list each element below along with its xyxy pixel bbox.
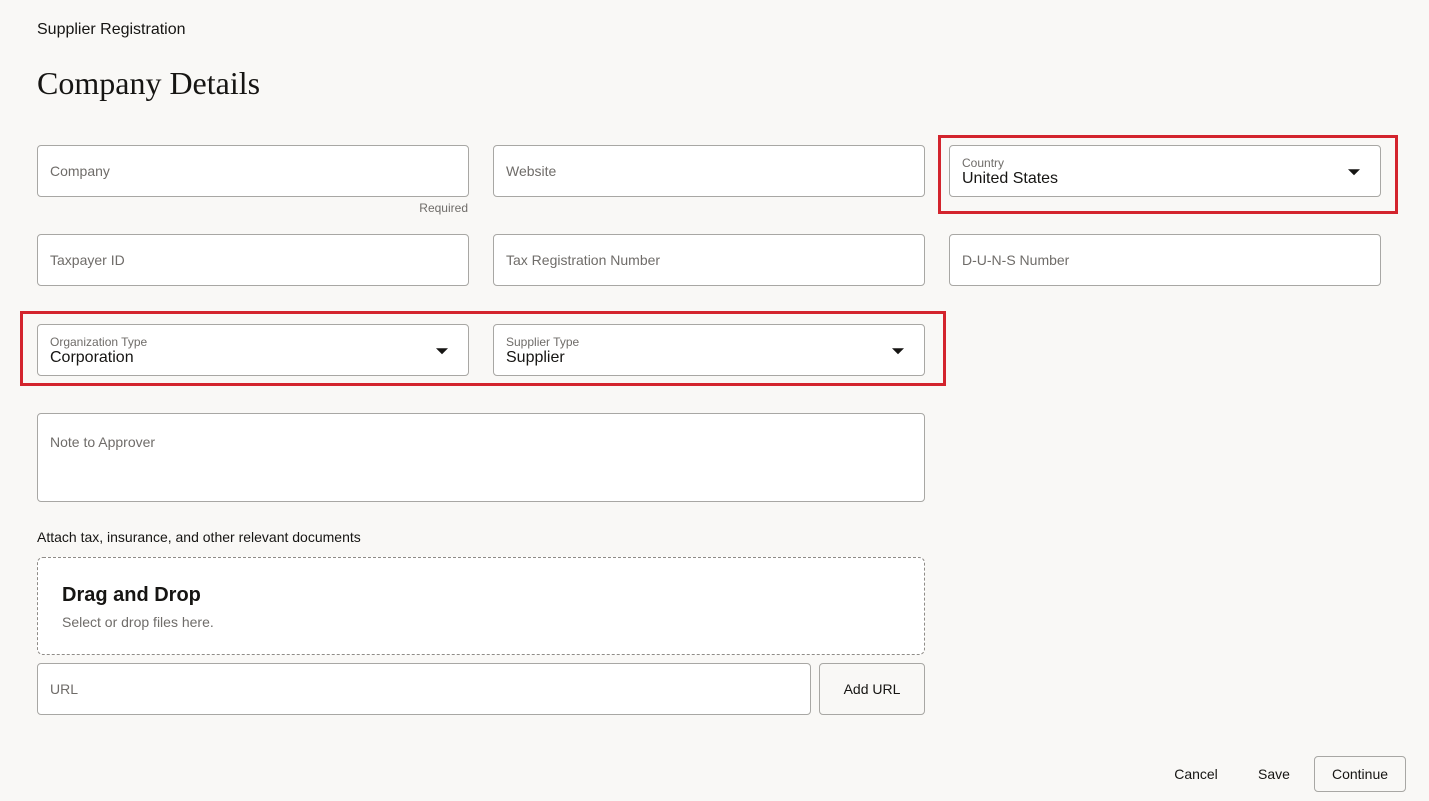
country-label: Country [962, 156, 1005, 170]
taxpayer-id-input[interactable]: Taxpayer ID [37, 234, 469, 286]
supplier-registration-page: Supplier Registration Company Details Co… [0, 0, 1429, 801]
url-placeholder: URL [50, 681, 79, 697]
duns-number-placeholder: D-U-N-S Number [962, 252, 1070, 268]
organization-type-value: Corporation [50, 349, 134, 366]
caret-down-icon [436, 348, 448, 355]
organization-type-label: Organization Type [50, 335, 148, 349]
website-placeholder: Website [506, 163, 557, 179]
attachments-label: Attach tax, insurance, and other relevan… [37, 529, 361, 545]
continue-button[interactable]: Continue [1314, 756, 1406, 792]
add-url-button[interactable]: Add URL [819, 663, 925, 715]
country-select[interactable]: Country United States [949, 145, 1381, 197]
page-title: Company Details [37, 65, 261, 101]
supplier-type-label: Supplier Type [506, 335, 580, 349]
duns-number-input[interactable]: D-U-N-S Number [949, 234, 1381, 286]
company-placeholder: Company [50, 163, 110, 179]
note-to-approver-placeholder: Note to Approver [50, 434, 156, 450]
caret-down-icon [1348, 169, 1360, 176]
tax-registration-number-input[interactable]: Tax Registration Number [493, 234, 925, 286]
company-input[interactable]: Company [37, 145, 469, 197]
file-dropzone[interactable]: Drag and Drop Select or drop files here. [37, 557, 925, 655]
organization-type-select[interactable]: Organization Type Corporation [37, 324, 469, 376]
supplier-type-select[interactable]: Supplier Type Supplier [493, 324, 925, 376]
taxpayer-id-placeholder: Taxpayer ID [50, 252, 125, 268]
dropzone-subtitle: Select or drop files here. [62, 614, 214, 630]
company-required-hint: Required [419, 201, 468, 215]
note-to-approver-textarea[interactable]: Note to Approver [37, 413, 925, 502]
country-value: United States [962, 170, 1059, 187]
caret-down-icon [892, 348, 904, 355]
website-input[interactable]: Website [493, 145, 925, 197]
tax-registration-number-placeholder: Tax Registration Number [506, 252, 661, 268]
save-button[interactable]: Save [1246, 756, 1302, 792]
url-input[interactable]: URL [37, 663, 811, 715]
app-title: Supplier Registration [37, 21, 186, 38]
cancel-button[interactable]: Cancel [1160, 756, 1232, 792]
dropzone-title: Drag and Drop [62, 584, 201, 606]
supplier-type-value: Supplier [506, 349, 565, 366]
